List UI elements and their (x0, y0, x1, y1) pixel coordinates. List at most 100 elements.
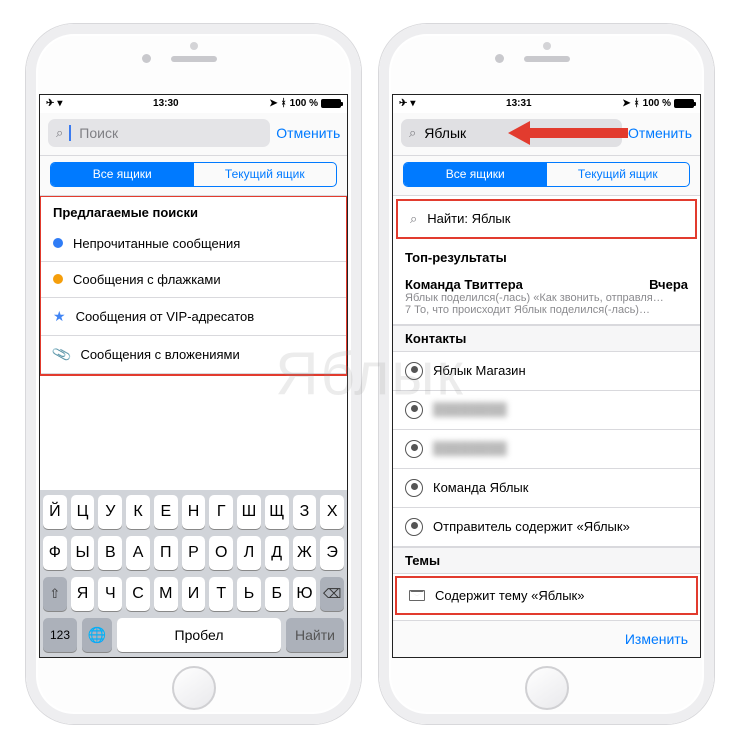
dot-icon (53, 274, 63, 284)
home-button[interactable] (525, 666, 569, 710)
key-letter[interactable]: Х (320, 495, 344, 529)
key-letter[interactable]: Т (209, 577, 233, 611)
key-letter[interactable]: М (154, 577, 178, 611)
wifi-icon: ▾ (57, 98, 62, 109)
key-letter[interactable]: У (98, 495, 122, 529)
key-letter[interactable]: Ж (293, 536, 317, 570)
key-letter[interactable]: Я (71, 577, 95, 611)
key-letter[interactable]: Н (182, 495, 206, 529)
key-letter[interactable]: Р (182, 536, 206, 570)
contact-row[interactable]: ████████ (393, 391, 700, 430)
key-letter[interactable]: Ь (237, 577, 261, 611)
footer-bar: Изменить (393, 620, 700, 657)
person-icon (405, 479, 423, 497)
suggestion-label: Сообщения с вложениями (80, 347, 334, 362)
key-letter[interactable]: Ы (71, 536, 95, 570)
search-bar: ⌕ Отменить (40, 113, 347, 156)
battery-pct: 100 % (290, 98, 318, 109)
key-letter[interactable]: Й (43, 495, 67, 529)
search-icon: ⌕ (410, 211, 417, 227)
key-letter[interactable]: Д (265, 536, 289, 570)
contact-label: ████████ (433, 402, 688, 417)
key-space[interactable]: Пробел (117, 618, 281, 652)
suggestion-row[interactable]: ★Сообщения от VIP-адресатов (41, 298, 346, 336)
key-letter[interactable]: Ш (237, 495, 261, 529)
edit-button[interactable]: Изменить (625, 631, 688, 647)
home-button[interactable] (172, 666, 216, 710)
segmented-control: Все ящики Текущий ящик (40, 156, 347, 196)
status-bar: ✈︎ ▾ 13:31 ➤ ᚼ 100 % (393, 95, 700, 113)
key-letter[interactable]: Ч (98, 577, 122, 611)
key-letter[interactable]: Л (237, 536, 261, 570)
key-letter[interactable]: С (126, 577, 150, 611)
proximity-sensor (543, 42, 551, 50)
proximity-sensor (190, 42, 198, 50)
person-icon (405, 401, 423, 419)
top-result-time: Вчера (649, 277, 688, 292)
key-letter[interactable]: И (182, 577, 206, 611)
contact-row[interactable]: Отправитель содержит «Яблык» (393, 508, 700, 547)
status-time: 13:30 (153, 98, 179, 109)
topic-label: Содержит тему «Яблык» (435, 588, 684, 603)
location-icon: ➤ (269, 98, 277, 109)
cancel-button[interactable]: Отменить (276, 125, 340, 141)
key-globe[interactable]: 🌐 (82, 618, 112, 652)
suggestion-label: Сообщения с флажками (73, 272, 334, 287)
topics-header: Темы (393, 547, 700, 574)
contact-label: Команда Яблык (433, 480, 688, 495)
paperclip-icon: 📎 (51, 343, 73, 365)
person-icon (405, 440, 423, 458)
key-shift[interactable]: ⇧ (43, 577, 67, 611)
top-result-preview2: 7 То, что происходит Яблык поделился(-ла… (405, 304, 688, 316)
key-letter[interactable]: Ю (293, 577, 317, 611)
key-letter[interactable]: Э (320, 536, 344, 570)
suggested-header: Предлагаемые поиски (41, 197, 346, 226)
front-camera (495, 54, 504, 63)
suggestion-row[interactable]: Непрочитанные сообщения (41, 226, 346, 262)
search-field[interactable]: ⌕ (48, 119, 270, 147)
front-camera (142, 54, 151, 63)
key-letter[interactable]: Е (154, 495, 178, 529)
contact-row[interactable]: Команда Яблык (393, 469, 700, 508)
key-letter[interactable]: П (154, 536, 178, 570)
search-input[interactable] (77, 124, 262, 142)
key-letter[interactable]: Ц (71, 495, 95, 529)
phone-right: ✈︎ ▾ 13:31 ➤ ᚼ 100 % ⌕ Отменить Все я (379, 24, 714, 724)
key-letter[interactable]: Б (265, 577, 289, 611)
key-letter[interactable]: Щ (265, 495, 289, 529)
top-result-title: Команда Твиттера (405, 277, 523, 292)
find-row[interactable]: ⌕ Найти: Яблык (396, 199, 697, 239)
key-letter[interactable]: А (126, 536, 150, 570)
suggestion-row[interactable]: Сообщения с флажками (41, 262, 346, 298)
tab-all-mailboxes[interactable]: Все ящики (51, 163, 194, 186)
dot-icon (53, 238, 63, 248)
key-letter[interactable]: О (209, 536, 233, 570)
airplane-icon: ✈︎ (46, 98, 54, 109)
key-find[interactable]: Найти (286, 618, 344, 652)
wifi-icon: ▾ (410, 98, 415, 109)
contact-row[interactable]: ████████ (393, 430, 700, 469)
location-icon: ➤ (622, 98, 630, 109)
tab-all-mailboxes[interactable]: Все ящики (404, 163, 547, 186)
star-icon: ★ (53, 308, 66, 325)
key-letter[interactable]: К (126, 495, 150, 529)
content-area: Предлагаемые поиски Непрочитанные сообще… (40, 196, 347, 490)
tab-current-mailbox[interactable]: Текущий ящик (194, 163, 337, 186)
key-123[interactable]: 123 (43, 618, 77, 652)
contact-row[interactable]: Яблык Магазин (393, 352, 700, 391)
key-letter[interactable]: З (293, 495, 317, 529)
key-letter[interactable]: Ф (43, 536, 67, 570)
suggestion-row[interactable]: 📎 Сообщения с вложениями (41, 336, 346, 374)
tab-current-mailbox[interactable]: Текущий ящик (547, 163, 690, 186)
key-letter[interactable]: Г (209, 495, 233, 529)
topic-row[interactable]: яблык ком (393, 617, 700, 620)
key-letter[interactable]: В (98, 536, 122, 570)
find-label: Найти: Яблык (427, 211, 683, 226)
key-backspace[interactable]: ⌫ (320, 577, 344, 611)
status-bar: ✈︎ ▾ 13:30 ➤ ᚼ 100 % (40, 95, 347, 113)
cancel-button[interactable]: Отменить (628, 125, 692, 141)
contacts-header: Контакты (393, 325, 700, 352)
top-result[interactable]: Команда Твиттера Вчера Яблык поделился(-… (393, 271, 700, 325)
annotation-arrow (508, 118, 628, 148)
topic-row[interactable]: Содержит тему «Яблык» (395, 576, 698, 615)
